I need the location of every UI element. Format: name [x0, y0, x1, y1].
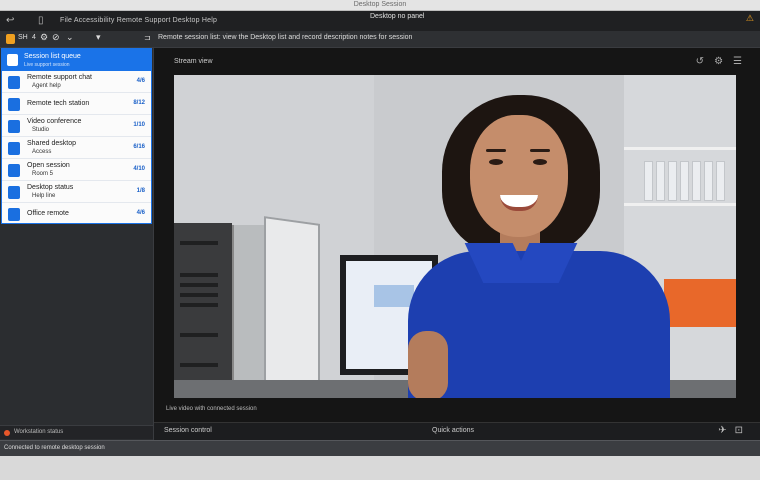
scene-monitor-side	[264, 216, 320, 398]
item-name: Office remote	[27, 210, 69, 217]
scene-binder	[704, 161, 713, 201]
list-item[interactable]: Video conference Studio 1/10	[2, 115, 151, 137]
pin-icon[interactable]: ⊘	[52, 32, 60, 43]
item-sub: Agent help	[32, 83, 61, 89]
app-window: Desktop Session ↩ ▯ File Accessibility R…	[0, 0, 760, 480]
list-item[interactable]: Office remote 4/6	[2, 203, 151, 225]
item-sub: Access	[32, 149, 52, 155]
layout-icon[interactable]: ▯	[38, 15, 44, 26]
status-dot-icon	[4, 430, 10, 436]
session-count: 4	[32, 34, 36, 41]
scene-binder	[692, 161, 701, 201]
os-title-bar: Desktop Session	[0, 0, 760, 11]
item-name: Desktop status	[27, 184, 74, 191]
sidebar-footer-label: Workstation status	[14, 429, 64, 435]
queue-subtitle: Live support session	[24, 62, 70, 68]
session-queue: Session list queue Live support session …	[1, 48, 152, 224]
scene-computer-tower	[174, 223, 232, 398]
session-icon	[8, 186, 20, 199]
app-title: Desktop no panel	[370, 13, 425, 20]
menu-bar[interactable]: File Accessibility Remote Support Deskto…	[60, 17, 217, 24]
chevron-down-icon[interactable]: ⌄	[66, 32, 74, 43]
reply-icon[interactable]: ↺	[696, 56, 714, 67]
sidebar-footer[interactable]: Workstation status	[0, 425, 153, 439]
list-item[interactable]: Desktop status Help line 1/8	[2, 181, 151, 203]
back-icon[interactable]: ↩	[6, 15, 14, 26]
scene-binder	[716, 161, 725, 201]
item-sub: Help line	[32, 193, 56, 199]
session-control-button[interactable]: Session control	[164, 427, 212, 434]
item-value: 8/12	[133, 100, 145, 106]
stage-header-icons: ↺⚙☰	[696, 56, 752, 67]
menu-icon[interactable]: ☰	[733, 56, 752, 67]
item-sub: Room 5	[32, 171, 54, 177]
stage-title: Stream view	[174, 58, 213, 65]
list-item[interactable]: Open session Room 5 4/10	[2, 159, 151, 181]
stage-caption: Live video with connected session	[166, 406, 257, 412]
warning-icon[interactable]: ⚠	[746, 13, 754, 24]
breadcrumb[interactable]: Remote session list: view the Desktop li…	[158, 34, 412, 41]
queue-header[interactable]: Session list queue Live support session	[2, 49, 151, 71]
dropdown-icon[interactable]: ▾	[96, 32, 101, 43]
session-icon	[8, 76, 20, 89]
item-sub: Studio	[32, 127, 50, 133]
item-value: 4/6	[136, 78, 145, 84]
quick-actions-button[interactable]: Quick actions	[432, 427, 474, 434]
app-header: ↩ ▯ File Accessibility Remote Support De…	[0, 11, 760, 31]
scene-shelf-board	[624, 203, 736, 206]
folder-icon[interactable]: ⊐	[144, 33, 151, 42]
video-stage[interactable]	[174, 75, 736, 398]
scene-orange-panel	[664, 279, 736, 327]
session-icon	[8, 164, 20, 177]
control-bar: Session control Quick actions ✈⊡	[154, 422, 760, 440]
scene-person-arm	[408, 331, 448, 398]
item-value: 1/10	[133, 122, 145, 128]
send-icon[interactable]: ✈	[718, 425, 734, 436]
item-name: Shared desktop	[27, 140, 77, 147]
session-icon	[8, 208, 20, 221]
item-name: Video conference	[27, 118, 82, 125]
scene-binder	[644, 161, 653, 201]
session-icon	[8, 120, 20, 133]
main-panel: Stream view ↺⚙☰ Live video with connecte…	[153, 48, 760, 440]
item-name: Remote support chat	[27, 74, 92, 81]
settings-icon[interactable]: ⚙	[40, 32, 48, 43]
item-value: 1/8	[136, 188, 145, 194]
item-value: 6/16	[133, 144, 145, 150]
desktop-background	[0, 456, 760, 480]
scene-shelf-board	[624, 147, 736, 150]
item-name: Open session	[27, 162, 70, 169]
scene-person-face	[470, 115, 568, 237]
sidebar: Session list queue Live support session …	[0, 48, 153, 439]
session-badge-icon	[6, 34, 15, 44]
list-item[interactable]: Remote support chat Agent help 4/6	[2, 71, 151, 93]
session-icon	[8, 142, 20, 155]
toolbar: SH 4 ⚙ ⊘ ⌄ ▾ ⊐ Remote session list: view…	[0, 31, 760, 48]
queue-title: Session list queue	[24, 53, 81, 60]
fullscreen-icon[interactable]: ⊡	[735, 425, 751, 436]
session-icon	[8, 98, 20, 111]
status-text: Connected to remote desktop session	[4, 445, 105, 451]
list-item[interactable]: Shared desktop Access 6/16	[2, 137, 151, 159]
session-label: SH	[18, 34, 28, 41]
scene-binder	[680, 161, 689, 201]
queue-icon	[7, 54, 18, 66]
list-item[interactable]: Remote tech station 8/12	[2, 93, 151, 115]
status-bar: Connected to remote desktop session	[0, 440, 760, 456]
settings-icon[interactable]: ⚙	[714, 56, 733, 67]
scene-binder	[656, 161, 665, 201]
os-window-title: Desktop Session	[353, 1, 407, 8]
item-value: 4/10	[133, 166, 145, 172]
scene-binder	[668, 161, 677, 201]
item-name: Remote tech station	[27, 100, 90, 107]
item-value: 4/6	[136, 210, 145, 216]
control-icons: ✈⊡	[718, 425, 751, 436]
